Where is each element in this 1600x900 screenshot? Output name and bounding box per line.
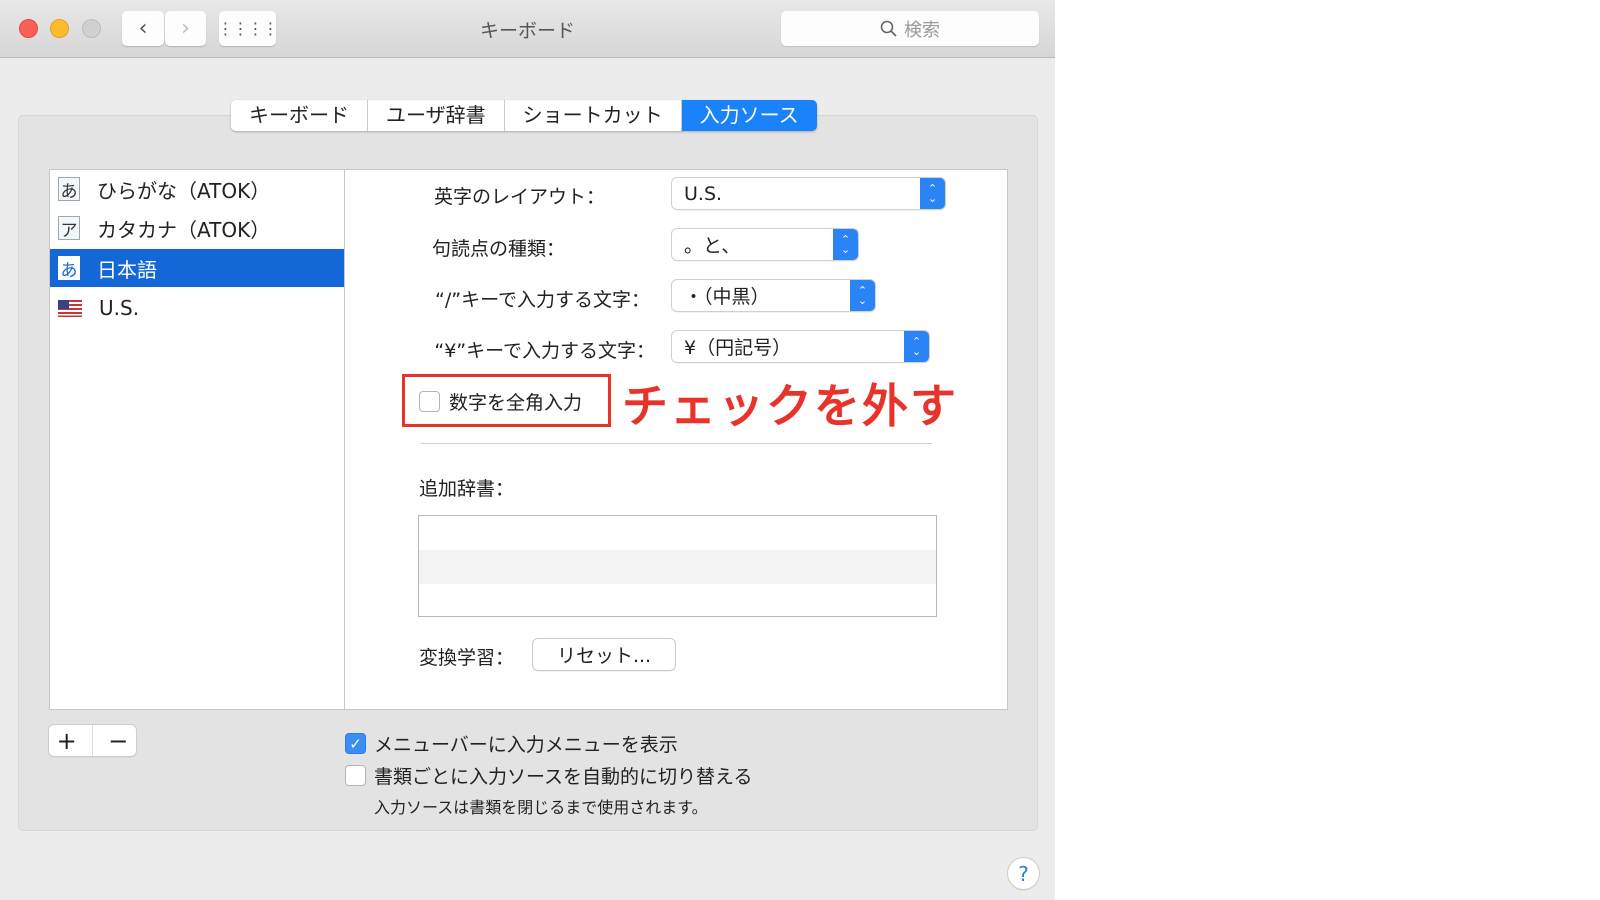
list-item-label: ひらがな（ATOK） xyxy=(97,178,271,203)
yen-key-value: ¥（円記号） xyxy=(684,337,792,359)
search-icon xyxy=(880,20,897,37)
chevron-updown-icon: ⌃ ⌄ xyxy=(833,229,858,260)
list-item[interactable]: あひらがな（ATOK） xyxy=(50,170,344,208)
hiragana-icon: あ xyxy=(58,177,80,202)
chevron-updown-icon: ⌃ ⌄ xyxy=(920,178,945,209)
search-placeholder: 検索 xyxy=(904,19,940,41)
reset-button[interactable]: リセット... xyxy=(533,639,675,670)
show-input-menu-label: メニューバーに入力メニューを表示 xyxy=(374,734,678,756)
show-input-menu-checkbox[interactable]: ✓ メニューバーに入力メニューを表示 xyxy=(345,730,678,757)
chevron-updown-icon: ⌃ ⌄ xyxy=(904,331,929,362)
add-remove-control: + − xyxy=(49,725,136,756)
hiragana-icon: あ xyxy=(58,256,80,281)
list-item[interactable]: あ日本語 xyxy=(50,249,344,287)
add-button[interactable]: + xyxy=(57,727,77,755)
remove-button[interactable]: − xyxy=(108,727,128,755)
punctuation-value: 。と、 xyxy=(684,235,741,257)
layout-value: U.S. xyxy=(684,182,723,205)
auto-switch-label: 書類ごとに入力ソースを自動的に切り替える xyxy=(374,766,753,788)
tab-bar: キーボード ユーザ辞書 ショートカット 入力ソース xyxy=(231,100,817,131)
chevron-updown-icon: ⌃ ⌄ xyxy=(850,280,875,311)
punctuation-popup[interactable]: 。と、 ⌃ ⌄ xyxy=(672,229,858,260)
auto-switch-note: 入力ソースは書類を閉じるまで使用されます。 xyxy=(374,798,708,817)
tab-keyboard[interactable]: キーボード xyxy=(231,100,368,131)
annotation-text: チェックを外す xyxy=(622,379,958,433)
divider xyxy=(91,725,93,756)
checkbox-unchecked[interactable] xyxy=(345,765,366,786)
fullwidth-numbers-label: 数字を全角入力 xyxy=(449,392,583,414)
additional-dictionary-label: 追加辞書： xyxy=(419,478,515,500)
help-button[interactable]: ? xyxy=(1008,858,1039,889)
auto-switch-checkbox[interactable]: 書類ごとに入力ソースを自動的に切り替える xyxy=(345,762,752,789)
separator xyxy=(421,443,932,444)
us-flag-icon xyxy=(58,299,82,317)
list-item[interactable]: U.S. xyxy=(50,289,344,327)
list-item[interactable]: アカタカナ（ATOK） xyxy=(50,209,344,247)
preferences-window: ‹ › ⋮⋮⋮⋮ キーボード 検索 キーボード ユーザ辞書 ショートカット 入力… xyxy=(0,0,1055,900)
fullwidth-numbers-checkbox[interactable]: 数字を全角入力 xyxy=(419,388,582,415)
katakana-icon: ア xyxy=(58,216,80,241)
tab-user-dictionary[interactable]: ユーザ辞書 xyxy=(368,100,505,131)
list-row-stripe xyxy=(419,550,936,584)
layout-popup[interactable]: U.S. ⌃ ⌄ xyxy=(672,178,945,209)
search-field[interactable]: 検索 xyxy=(781,11,1039,46)
layout-label: 英字のレイアウト： xyxy=(433,186,605,208)
punctuation-label: 句読点の種類： xyxy=(431,238,565,260)
yen-key-label: “¥”キーで入力する文字： xyxy=(434,340,655,362)
tab-input-sources[interactable]: 入力ソース xyxy=(681,100,817,131)
list-item-label: U.S. xyxy=(99,296,140,320)
list-item-label: 日本語 xyxy=(97,257,157,282)
input-source-list[interactable]: あひらがな（ATOK） アカタカナ（ATOK） あ日本語 U.S. xyxy=(49,169,345,710)
yen-key-popup[interactable]: ¥（円記号） ⌃ ⌄ xyxy=(672,331,929,362)
tab-shortcuts[interactable]: ショートカット xyxy=(505,100,682,131)
conversion-learning-label: 変換学習： xyxy=(419,647,515,669)
checkbox-unchecked[interactable] xyxy=(419,391,440,412)
slash-key-label: “/”キーで入力する文字： xyxy=(435,289,650,311)
additional-dictionary-list[interactable] xyxy=(418,515,937,617)
checkmark-icon[interactable]: ✓ xyxy=(345,733,366,754)
list-item-label: カタカナ（ATOK） xyxy=(97,217,271,242)
slash-key-popup[interactable]: ・（中黒） ⌃ ⌄ xyxy=(672,280,875,311)
title-bar: ‹ › ⋮⋮⋮⋮ キーボード 検索 xyxy=(0,0,1055,58)
slash-key-value: ・（中黒） xyxy=(684,286,770,308)
